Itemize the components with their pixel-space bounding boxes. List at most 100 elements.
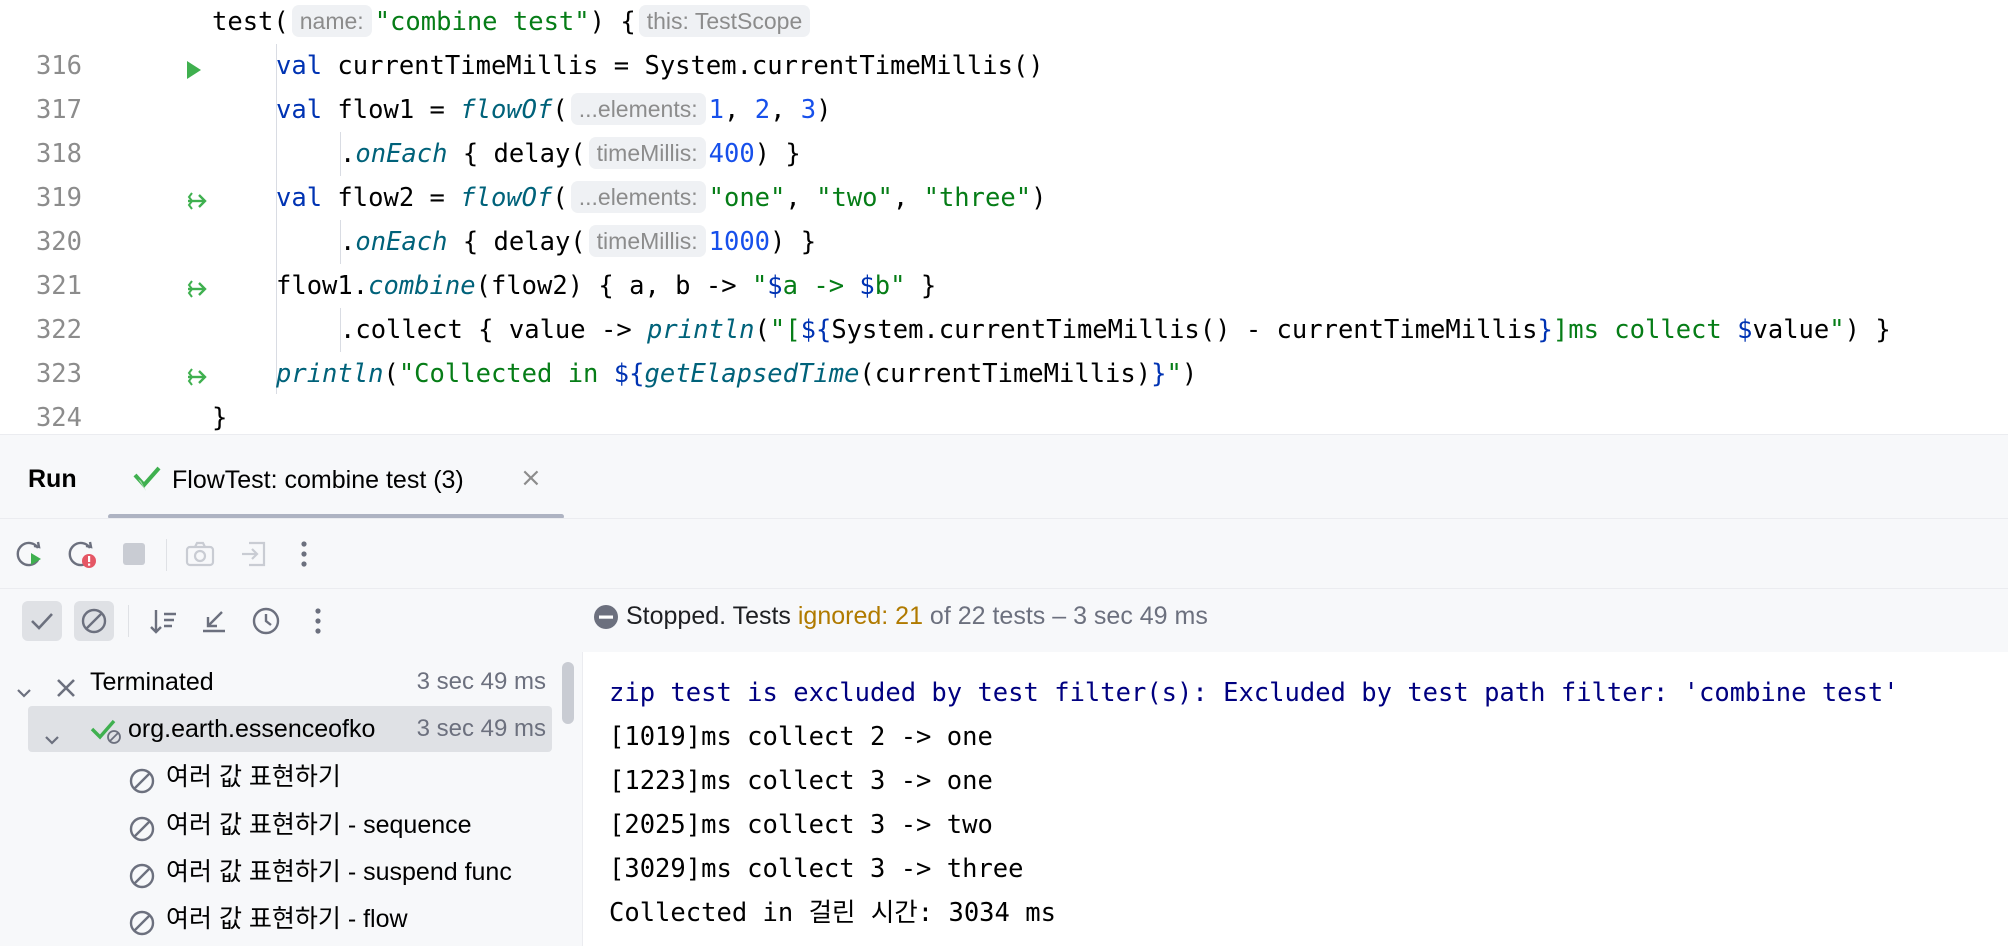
stop-icon[interactable] xyxy=(116,536,152,572)
code-text: test(name: "combine test") {this: TestSco… xyxy=(212,0,813,44)
sort-icon[interactable] xyxy=(144,601,184,641)
show-ignored-toggle[interactable] xyxy=(74,601,114,641)
code-token: ) xyxy=(1181,359,1198,389)
parameter-hint: timeMillis: xyxy=(588,137,706,169)
code-token: 3 xyxy=(800,95,817,125)
run-tool-window-header: Run FlowTest: combine test (3) × xyxy=(0,434,2008,519)
code-token: ) } xyxy=(770,227,817,257)
code-line[interactable]: 317 val currentTimeMillis = System.curre… xyxy=(0,44,2008,125)
code-token: } xyxy=(905,271,937,301)
code-token: value xyxy=(1752,315,1830,345)
code-line[interactable]: 324 println("Collected in ${getElapsedTi… xyxy=(0,352,2008,433)
suspend-call-icon xyxy=(92,140,207,210)
scrollbar-thumb[interactable] xyxy=(562,662,574,724)
code-line[interactable]: 322 flow1.combine(flow2) { a, b -> "$a -… xyxy=(0,264,2008,345)
test-status-text: Stopped. Tests ignored: 21 of 22 tests –… xyxy=(626,602,1208,631)
code-token: val xyxy=(276,95,338,125)
tree-node-label: Terminated xyxy=(90,668,214,696)
code-token: 1000 xyxy=(708,227,771,257)
code-token: "combine test" xyxy=(374,7,590,37)
tree-node-time: 3 sec 49 ms xyxy=(416,668,546,695)
code-text: flow1.combine(flow2) { a, b -> "$a -> $b… xyxy=(276,264,936,308)
parameter-hint: ...elements: xyxy=(570,181,706,213)
ignored-icon xyxy=(81,608,107,634)
code-token: ${ xyxy=(613,359,645,389)
code-token: , xyxy=(723,95,755,125)
code-token: flowOf xyxy=(460,95,553,125)
code-token: { delay( xyxy=(447,227,586,257)
parameter-hint: name: xyxy=(291,5,372,37)
close-icon[interactable]: × xyxy=(520,463,542,493)
more-options-icon[interactable] xyxy=(286,536,322,572)
code-line[interactable]: 318 val flow1 = flowOf(...elements: 1, 2,… xyxy=(0,88,2008,169)
status-summary-text: of 22 tests – 3 sec 49 ms xyxy=(922,602,1208,630)
code-token: 400 xyxy=(708,139,755,169)
code-token: (currentTimeMillis) xyxy=(859,359,1152,389)
tree-node-class[interactable]: org.earth.essenceofko 3 sec 49 ms xyxy=(28,706,552,752)
code-token: ) } xyxy=(1844,315,1891,345)
code-token: , xyxy=(770,95,801,125)
more-options-icon[interactable] xyxy=(298,601,338,641)
code-token: flowOf xyxy=(460,183,553,213)
rerun-failed-icon[interactable] xyxy=(64,536,100,572)
status-ignored-count: ignored: 21 xyxy=(797,602,923,630)
status-stopped-text: Stopped. Tests xyxy=(626,602,798,630)
history-icon[interactable] xyxy=(246,601,286,641)
code-line[interactable]: 319 .onEach { delay(timeMillis: 400) } xyxy=(0,132,2008,213)
parameter-hint: ...elements: xyxy=(570,93,706,125)
collapse-all-icon[interactable] xyxy=(194,601,234,641)
console-line: [2025]ms collect 3 -> two xyxy=(609,810,993,840)
code-text: val flow1 = flowOf(...elements: 1, 2, 3) xyxy=(276,88,832,132)
tree-node-label: 여러 값 표현하기 - sequence xyxy=(166,811,472,839)
console-line: zip test is excluded by test filter(s): … xyxy=(609,678,1899,708)
test-tree-toolbar xyxy=(0,588,582,653)
code-token: } xyxy=(1151,359,1167,389)
tree-node-label: 여러 값 표현하기 xyxy=(166,763,341,791)
code-text: .collect { value -> println("[${System.c… xyxy=(340,308,1891,352)
camera-icon[interactable] xyxy=(182,536,218,572)
code-token: "two" xyxy=(816,183,893,213)
code-token: ${ xyxy=(800,315,832,345)
tree-node-test[interactable]: 여러 값 표현하기 - flow xyxy=(0,896,556,942)
code-token: } xyxy=(1537,315,1553,345)
code-text: .onEach { delay(timeMillis: 1000) } xyxy=(340,220,816,264)
tree-node-time: 3 sec 49 ms xyxy=(416,715,546,742)
tree-node-test[interactable]: 여러 값 표현하기 - sequence xyxy=(0,802,556,848)
console-line: Collected in 걸린 시간: 3034 ms xyxy=(609,898,1056,928)
code-token: .collect { value -> xyxy=(340,315,648,345)
tree-node-test[interactable]: 여러 값 표현하기 xyxy=(0,754,556,800)
code-editor[interactable]: 316 test(name: "combine test") {this: Tes… xyxy=(0,0,2008,477)
parameter-hint: this: TestScope xyxy=(638,5,811,37)
parameter-hint: timeMillis: xyxy=(588,225,706,257)
tree-node-test[interactable]: 여러 값 표현하기 - suspend func xyxy=(0,849,556,895)
run-config-tab-label: FlowTest: combine test (3) xyxy=(172,466,464,494)
code-token: ( xyxy=(754,315,770,345)
console-line: [3029]ms collect 3 -> three xyxy=(609,854,1024,884)
rerun-icon[interactable] xyxy=(12,536,48,572)
code-line[interactable]: 323 .collect { value -> println("[${Syst… xyxy=(0,308,2008,389)
tree-node-terminated[interactable]: Terminated 3 sec 49 ms xyxy=(0,659,556,705)
run-toolbar xyxy=(0,518,2008,589)
code-token: ) { xyxy=(589,7,636,37)
console-output[interactable]: zip test is excluded by test filter(s): … xyxy=(582,652,2008,946)
code-token: test( xyxy=(212,7,289,37)
show-passed-toggle[interactable] xyxy=(22,601,62,641)
run-config-tab[interactable]: FlowTest: combine test (3) × xyxy=(108,459,564,519)
tree-node-label: 여러 값 표현하기 - flow xyxy=(166,905,408,933)
code-line[interactable]: 316 test(name: "combine test") {this: Tes… xyxy=(0,0,2008,81)
code-token: println xyxy=(276,359,384,389)
toolbar-separator xyxy=(166,539,167,571)
toolbar-separator xyxy=(128,605,129,637)
code-line[interactable]: 320 val flow2 = flowOf(...elements: "one"… xyxy=(0,176,2008,257)
code-token: currentTimeMillis = System.currentTimeMi… xyxy=(337,51,1044,81)
code-line[interactable]: 321 .onEach { delay(timeMillis: 1000) } xyxy=(0,220,2008,301)
code-token: } xyxy=(212,403,228,433)
code-token: flow2 = xyxy=(337,183,461,213)
export-icon[interactable] xyxy=(236,536,272,572)
test-tree[interactable]: Terminated 3 sec 49 ms org.earth.essence… xyxy=(0,652,582,946)
code-token: ) xyxy=(1031,183,1047,213)
run-test-icon[interactable] xyxy=(92,8,202,79)
code-token: $ xyxy=(767,271,783,301)
test-passed-icon xyxy=(132,465,162,497)
checkmark-icon xyxy=(31,613,53,630)
